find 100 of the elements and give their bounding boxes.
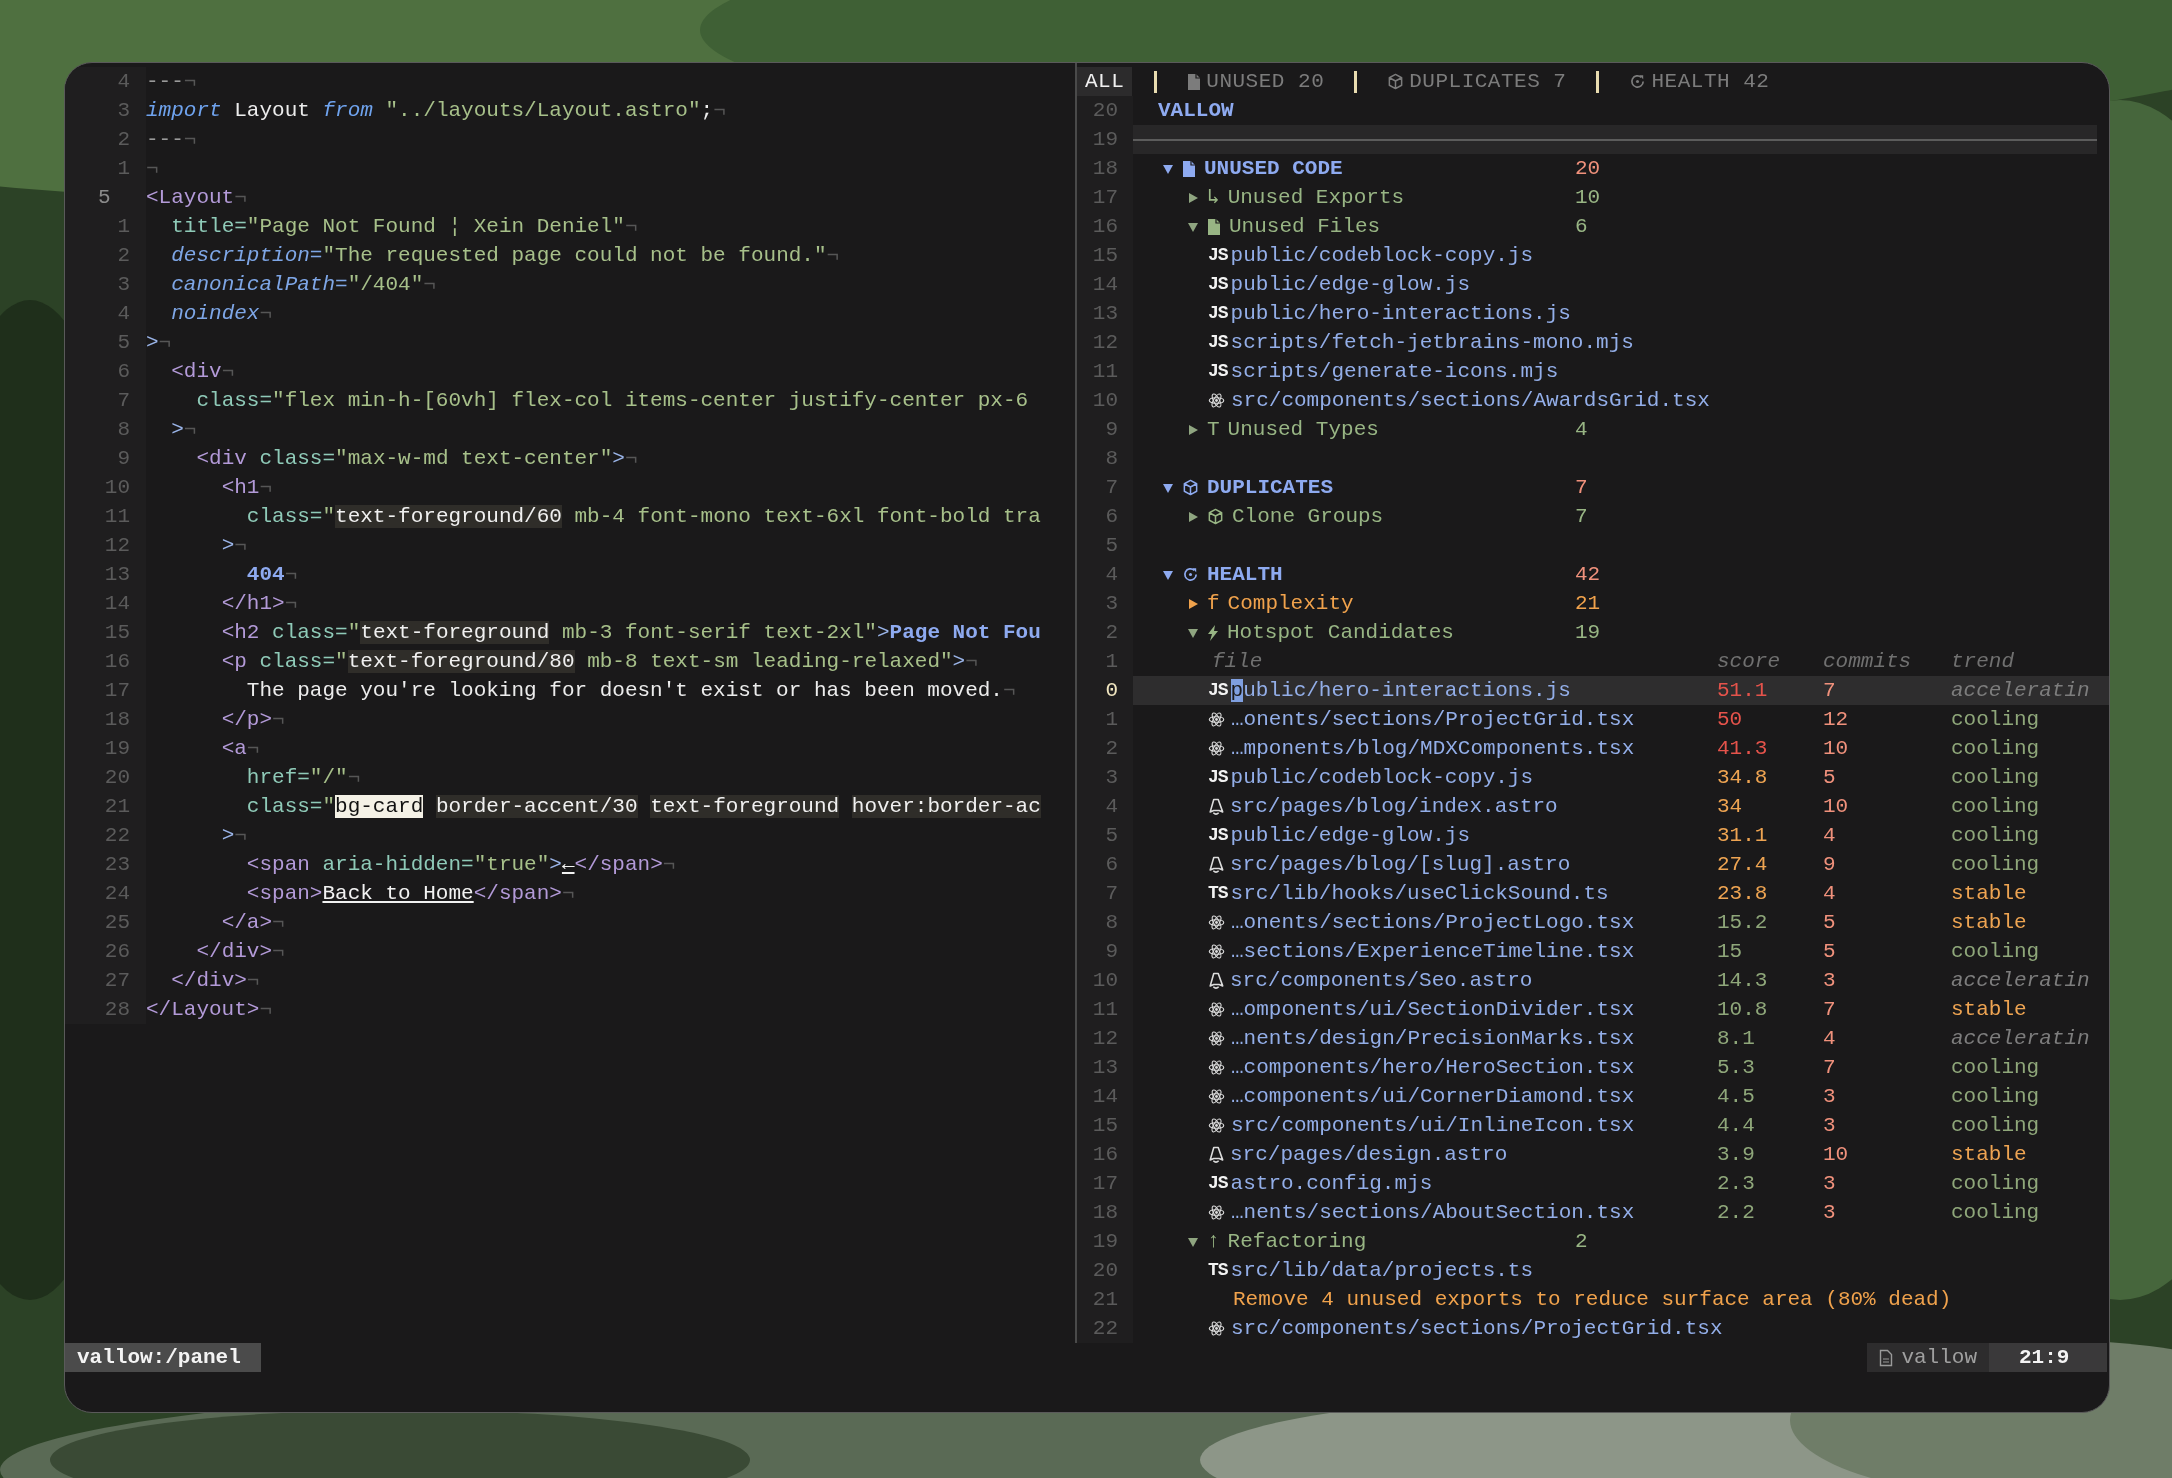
score: 3.9 [1717, 1142, 1756, 1168]
score: 50 [1717, 707, 1744, 733]
code-line: href="/"¬ [245, 765, 361, 791]
commit-count: 5 [1823, 765, 1837, 791]
group-label[interactable]: Unused Types [1227, 415, 1379, 444]
score: 4.5 [1717, 1084, 1756, 1110]
file-path[interactable]: public/edge-glow.js [1230, 270, 1471, 299]
code-line: The page you're looking for doesn't exist or has been moved.¬ [245, 678, 1016, 704]
line-number: 4 [65, 299, 146, 328]
trend: cooling [1951, 1113, 2041, 1139]
line-number: 11 [1077, 995, 1133, 1024]
group-label[interactable]: Complexity [1227, 589, 1354, 618]
file-path[interactable]: public/codeblock-copy.js [1230, 241, 1534, 270]
table-row[interactable]: …components/ui/CornerDiamond.tsx 4.5 3 cooling [1133, 1082, 2109, 1111]
commit-count: 5 [1823, 910, 1837, 936]
file-name: vallow [1901, 1345, 1977, 1371]
line-number: 22 [65, 821, 146, 850]
table-row[interactable]: …sections/ExperienceTimeline.tsx 15 5 cooling [1133, 937, 2109, 966]
mode-indicator: vallow:/panel [65, 1343, 261, 1372]
commit-count: 3 [1823, 1113, 1837, 1139]
table-row[interactable]: …nents/sections/AboutSection.tsx 2.2 3 cooling [1133, 1198, 2109, 1227]
table-row[interactable]: src/components/Seo.astro 14.3 3 acceleratin [1133, 966, 2109, 995]
table-row[interactable]: JS public/edge-glow.js 31.1 4 cooling [1133, 821, 2109, 850]
line-number: 3 [65, 270, 146, 299]
column-header: file [1211, 649, 1264, 675]
file-type-icon: JS [1208, 763, 1228, 792]
file-path: public/hero-interactions.js [1230, 678, 1571, 704]
count: 19 [1575, 620, 1602, 646]
code-line: >¬ [146, 330, 172, 356]
file-path[interactable]: scripts/fetch-jetbrains-mono.mjs [1230, 328, 1634, 357]
file-path: …onents/sections/ProjectGrid.tsx [1231, 707, 1635, 733]
suggestion-text: Remove 4 unused exports to reduce surface area (80% dead) [1232, 1287, 1952, 1313]
line-number: 16 [65, 647, 146, 676]
tab[interactable]: ALL [1077, 67, 1133, 96]
table-row[interactable]: …omponents/ui/SectionDivider.tsx 10.8 7 stable [1133, 995, 2109, 1024]
table-row[interactable]: …nents/design/PrecisionMarks.tsx 8.1 4 acceleratin [1133, 1024, 2109, 1053]
table-row[interactable]: …onents/sections/ProjectLogo.tsx 15.2 5 stable [1133, 908, 2109, 937]
section-label[interactable]: UNUSED CODE [1204, 154, 1343, 183]
table-row[interactable]: …onents/sections/ProjectGrid.tsx 50 12 cooling [1133, 705, 2109, 734]
section-label[interactable]: DUPLICATES [1207, 473, 1334, 502]
file-path[interactable]: src/components/sections/AwardsGrid.tsx [1231, 386, 1710, 415]
file-path: src/pages/design.astro [1230, 1142, 1508, 1168]
line-number: 7 [1077, 473, 1133, 502]
table-row[interactable]: …components/hero/HeroSection.tsx 5.3 7 cooling [1133, 1053, 2109, 1082]
line-number: 19 [65, 734, 146, 763]
symbol-icon: ↳ [1207, 183, 1220, 212]
code-line: >¬ [170, 417, 197, 443]
file-type-icon: JS [1208, 241, 1228, 270]
file-path: public/edge-glow.js [1230, 823, 1471, 849]
file-path: public/codeblock-copy.js [1230, 765, 1534, 791]
score: 15.2 [1717, 910, 1769, 936]
count: 7 [1575, 504, 1589, 530]
count: 6 [1575, 214, 1589, 240]
line-number: 9 [1077, 415, 1133, 444]
table-row[interactable]: TS src/lib/hooks/useClickSound.ts 23.8 4 stable [1133, 879, 2109, 908]
count: 7 [1575, 475, 1589, 501]
line-number: 8 [1077, 908, 1133, 937]
file-type-icon: JS [1208, 328, 1228, 357]
table-row[interactable]: src/pages/blog/index.astro 34 10 cooling [1133, 792, 2109, 821]
group-label[interactable]: Unused Files [1229, 212, 1381, 241]
table-row[interactable]: JS public/hero-interactions.js 51.1 7 acceleratin [1133, 676, 2109, 705]
symbol-icon: T [1207, 415, 1220, 444]
file-path[interactable]: scripts/generate-icons.mjs [1230, 357, 1559, 386]
file-path: astro.config.mjs [1230, 1171, 1433, 1197]
section-label[interactable]: HEALTH [1207, 560, 1283, 589]
symbol-icon: ↑ [1207, 1227, 1220, 1256]
group-label[interactable]: Unused Exports [1227, 183, 1405, 212]
code-line: class="bg-card border-accent/30 text-foreground hover:border-ac [245, 794, 1041, 820]
file-path[interactable]: public/hero-interactions.js [1230, 299, 1571, 328]
table-row[interactable]: JS astro.config.mjs 2.3 3 cooling [1133, 1169, 2109, 1198]
line-number: 19 [1077, 1227, 1133, 1256]
file-path[interactable]: src/components/sections/ProjectGrid.tsx [1231, 1314, 1723, 1343]
file-type-icon: JS [1208, 299, 1228, 328]
tab[interactable]: UNUSED 20 [1179, 67, 1333, 96]
line-number: 13 [1077, 1053, 1133, 1082]
tab[interactable]: DUPLICATES 7 [1379, 67, 1575, 96]
group-label[interactable]: Refactoring [1227, 1227, 1367, 1256]
file-type-icon: TS [1208, 1256, 1228, 1285]
code-line: >¬ [220, 533, 247, 559]
file-path: …nents/design/PrecisionMarks.tsx [1231, 1026, 1635, 1052]
line-number: 7 [1077, 879, 1133, 908]
trend: stable [1951, 1142, 2028, 1168]
line-number: 5 [65, 183, 146, 212]
commit-count: 7 [1823, 678, 1837, 704]
commit-count: 7 [1823, 1055, 1837, 1081]
tab[interactable]: HEALTH 42 [1621, 67, 1778, 96]
table-row[interactable]: JS public/codeblock-copy.js 34.8 5 cooling [1133, 763, 2109, 792]
count: 10 [1575, 185, 1602, 211]
table-row[interactable]: src/pages/design.astro 3.9 10 stable [1133, 1140, 2109, 1169]
table-row[interactable]: …mponents/blog/MDXComponents.tsx 41.3 10 cooling [1133, 734, 2109, 763]
group-label[interactable]: Hotspot Candidates [1227, 618, 1454, 647]
count: 20 [1575, 156, 1602, 182]
line-number: 18 [1077, 154, 1133, 183]
commit-count: 4 [1823, 1026, 1837, 1052]
table-row[interactable]: src/components/ui/InlineIcon.tsx 4.4 3 cooling [1133, 1111, 2109, 1140]
code-line: <h2 class="text-foreground mb-3 font-serif text-2xl">Page Not Fou [220, 620, 1041, 646]
table-row[interactable]: src/pages/blog/[slug].astro 27.4 9 cooling [1133, 850, 2109, 879]
group-label[interactable]: Clone Groups [1232, 502, 1384, 531]
file-path[interactable]: src/lib/data/projects.ts [1230, 1256, 1534, 1285]
line-number: 12 [65, 531, 146, 560]
